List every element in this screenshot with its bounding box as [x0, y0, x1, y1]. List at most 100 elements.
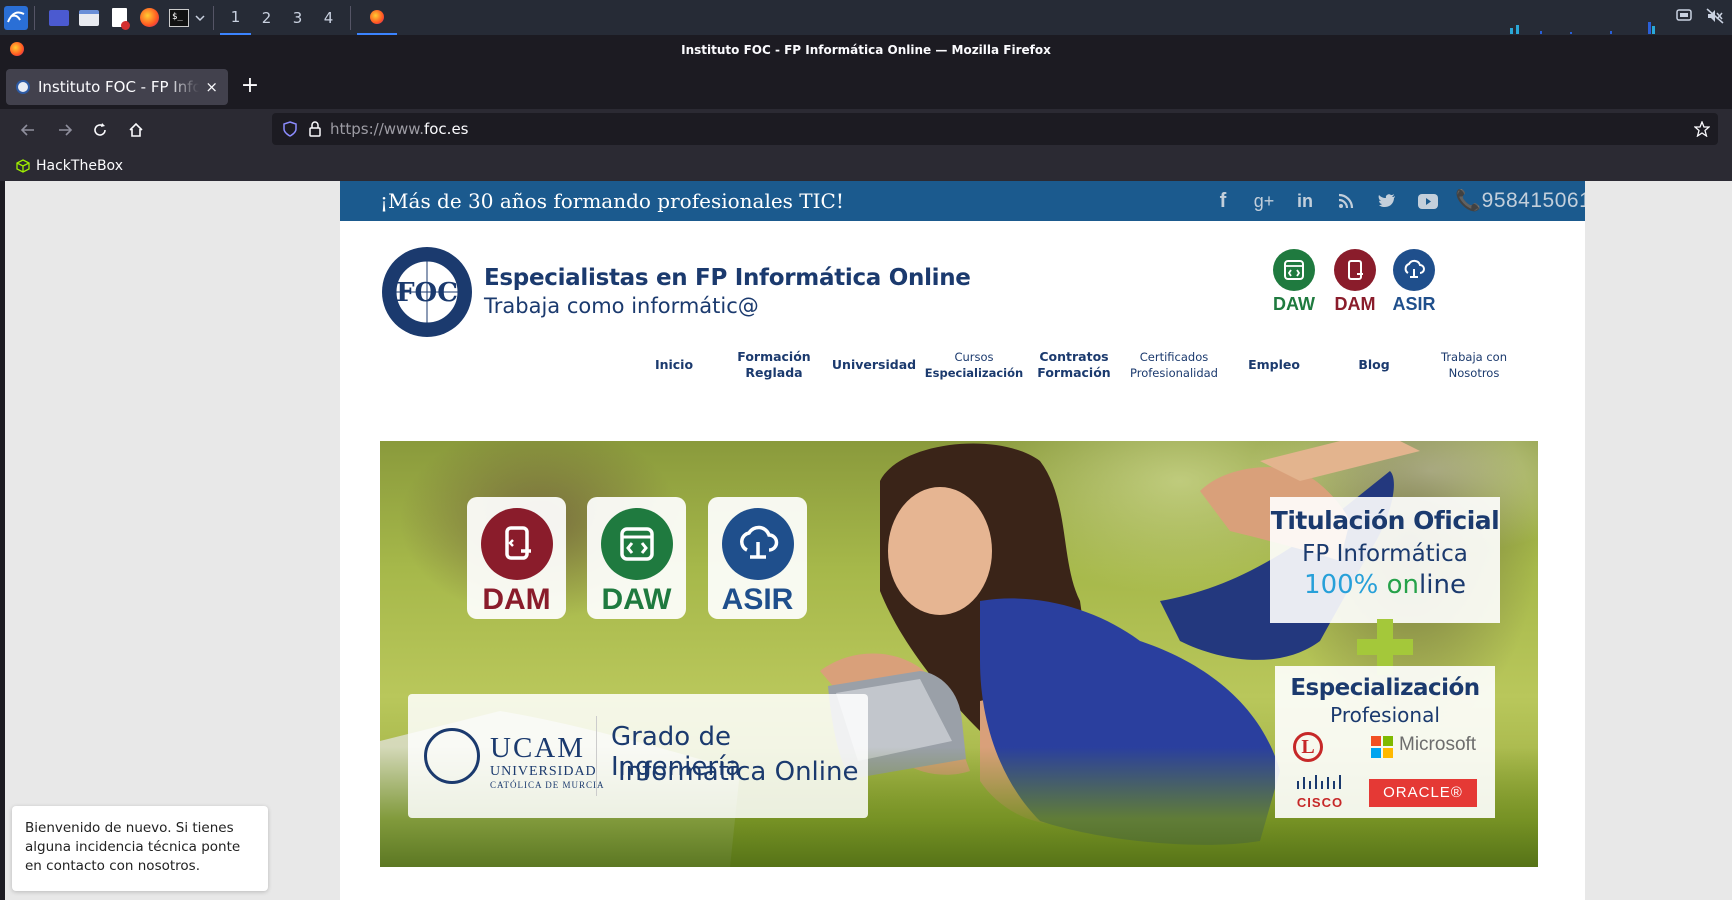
- top-banner-text: ¡Más de 30 años formando profesionales T…: [380, 189, 844, 213]
- new-tab-button[interactable]: +: [238, 75, 262, 99]
- workspace-2[interactable]: 2: [251, 0, 282, 35]
- menu-blog[interactable]: Blog: [1324, 347, 1424, 383]
- tab-foc[interactable]: Instituto FOC - FP Informática Online ×: [6, 69, 228, 105]
- os-taskbar: $_ 1 2 3 4: [0, 0, 1732, 35]
- reload-icon[interactable]: [88, 118, 112, 142]
- file-manager-icon[interactable]: [77, 6, 101, 30]
- facebook-icon[interactable]: f: [1213, 190, 1233, 213]
- twitter-icon[interactable]: [1377, 193, 1397, 209]
- ucam-seal-icon: [424, 728, 480, 784]
- ucam-promo[interactable]: UCAM UNIVERSIDAD CATÓLICA DE MURCIA Grad…: [408, 694, 868, 818]
- cisco-bars-icon: [1297, 775, 1341, 789]
- cert-asir-label: ASIR: [1392, 294, 1436, 314]
- menu-inicio-label: Inicio: [654, 357, 694, 372]
- hero-card-dam[interactable]: DAM: [467, 497, 566, 619]
- foc-logo[interactable]: FOC: [380, 245, 474, 339]
- window-title: Instituto FOC - FP Informática Online — …: [681, 43, 1051, 57]
- ucam-name: UCAM: [490, 732, 586, 764]
- menu-contratos-formacion[interactable]: Contratos Formación: [1024, 347, 1124, 383]
- menu-empleo-label: Empleo: [1248, 357, 1300, 372]
- online-line: line: [1419, 570, 1466, 600]
- cert-daw-label: DAW: [1273, 294, 1315, 314]
- menu-certificados-label-2: Profesionalidad: [1130, 366, 1218, 380]
- url-text[interactable]: https://www.foc.es: [330, 120, 469, 138]
- taskbar-separator: [213, 5, 214, 30]
- taskbar-separator: [34, 5, 35, 30]
- workspace-3[interactable]: 3: [282, 0, 313, 35]
- rss-icon[interactable]: [1336, 193, 1356, 209]
- code-window-icon: [600, 508, 673, 580]
- terminal-icon[interactable]: $_: [167, 6, 191, 30]
- profesional-text: Profesional: [1330, 703, 1440, 727]
- back-arrow-icon[interactable]: [16, 118, 40, 142]
- oracle-logo: ORACLE®: [1369, 779, 1477, 807]
- bookmark-hackthebox[interactable]: HackTheBox: [36, 158, 123, 174]
- cert-dam-label: DAM: [1334, 294, 1376, 314]
- menu-cursos-especializacion[interactable]: Cursos Especialización: [924, 347, 1024, 383]
- cert-dam[interactable]: DAM: [1325, 249, 1385, 315]
- titulacion-heading: Titulación Oficial: [1270, 506, 1500, 535]
- forward-arrow-icon[interactable]: [53, 118, 77, 142]
- microsoft-name: Microsoft: [1399, 734, 1477, 755]
- menu-trabaja-con-nosotros[interactable]: Trabaja con Nosotros: [1424, 347, 1524, 383]
- menu-inicio[interactable]: Inicio: [624, 347, 724, 383]
- url-domain: foc.es: [423, 120, 469, 138]
- youtube-icon[interactable]: [1418, 193, 1438, 209]
- tab-title: Instituto FOC - FP Informática Online: [38, 78, 200, 96]
- firefox-icon[interactable]: [137, 6, 161, 30]
- microsoft-logo-icon: [1371, 736, 1393, 758]
- menu-universidad-label: Universidad: [831, 357, 917, 372]
- menu-universidad[interactable]: Universidad: [824, 347, 924, 383]
- close-tab-icon[interactable]: ×: [205, 78, 218, 96]
- url-prefix: https://www.: [330, 120, 424, 138]
- lock-icon[interactable]: [308, 121, 322, 137]
- hero-card-asir[interactable]: ASIR: [708, 497, 807, 619]
- menu-formacion-label-2: Reglada: [745, 365, 803, 380]
- hero-banner[interactable]: DAM DAW ASIR UCAM UNIVERSIDAD CATÓLICA D…: [380, 441, 1538, 867]
- especializacion-box: Especialización Profesional L Microsoft …: [1275, 666, 1495, 818]
- hero-card-dam-label: DAM: [482, 583, 551, 616]
- ucam-divider: [596, 716, 597, 796]
- menu-contratos-label-1: Contratos: [1039, 349, 1109, 364]
- display-icon[interactable]: [1676, 8, 1692, 27]
- especializacion-heading: Especialización: [1290, 675, 1480, 701]
- welcome-notification: Bienvenido de nuevo. Si tienes alguna in…: [12, 806, 268, 891]
- menu-empleo[interactable]: Empleo: [1224, 347, 1324, 383]
- brand-subheadline: Trabaja como informátic@: [484, 294, 759, 318]
- kali-menu-icon[interactable]: [4, 5, 28, 30]
- foc-page: ¡Más de 30 años formando profesionales T…: [340, 181, 1585, 900]
- text-editor-icon[interactable]: [107, 6, 131, 30]
- workspace-4[interactable]: 4: [313, 0, 344, 35]
- tracking-protection-icon[interactable]: [282, 121, 298, 137]
- menu-cursos-label-1: Cursos: [954, 350, 994, 364]
- linkedin-icon[interactable]: in: [1295, 191, 1315, 212]
- url-bar[interactable]: https://www.foc.es: [272, 113, 1718, 145]
- navigation-toolbar: https://www.foc.es: [0, 109, 1732, 151]
- cisco-logo: CISCO: [1293, 774, 1347, 810]
- grado-title-line2: Informatica Online: [618, 757, 859, 787]
- workspace-1[interactable]: 1: [220, 0, 251, 35]
- chevron-down-icon[interactable]: [193, 6, 207, 30]
- google-plus-icon[interactable]: g+: [1254, 191, 1275, 212]
- logo-text: FOC: [396, 278, 458, 308]
- ucam-subtitle-2: CATÓLICA DE MURCIA: [490, 780, 605, 790]
- menu-formacion-reglada[interactable]: Formación Reglada: [724, 347, 824, 383]
- home-icon[interactable]: [124, 118, 148, 142]
- main-menu: Inicio Formación Reglada Universidad Curs…: [624, 347, 1534, 383]
- system-tray: [1676, 0, 1724, 35]
- volume-muted-icon[interactable]: [1706, 7, 1724, 28]
- firefox-task-button[interactable]: [357, 0, 397, 35]
- phone-number[interactable]: 📞958415061: [1455, 189, 1585, 213]
- favicon-icon: [16, 80, 30, 94]
- fp-informatica-text: FP Informática: [1302, 541, 1468, 567]
- menu-formacion-label-1: Formación: [737, 349, 811, 364]
- cert-asir[interactable]: ASIR: [1384, 249, 1444, 315]
- hero-card-daw[interactable]: DAW: [587, 497, 686, 619]
- menu-trabaja-label-2: Nosotros: [1448, 366, 1500, 380]
- mobile-code-icon: [480, 508, 553, 580]
- cert-daw[interactable]: DAW: [1264, 249, 1324, 315]
- desktop-icon[interactable]: [47, 6, 71, 30]
- lpi-logo-icon: L: [1293, 732, 1323, 762]
- menu-certificados-profesionalidad[interactable]: Certificados Profesionalidad: [1124, 347, 1224, 383]
- bookmark-star-icon[interactable]: [1694, 121, 1710, 137]
